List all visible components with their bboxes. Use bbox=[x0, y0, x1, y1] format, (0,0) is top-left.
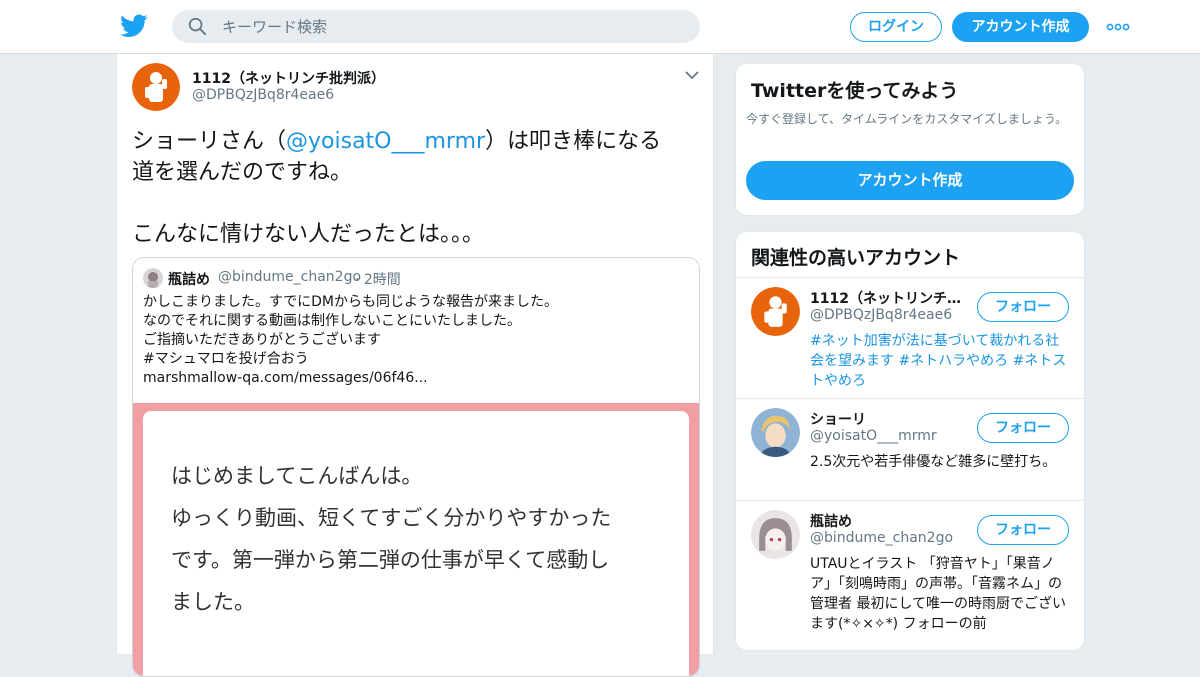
avatar bbox=[143, 268, 163, 288]
tweet-text: ショーリさん（@yoisatO___mrmr）は叩き棒になる 道を選んだのですね… bbox=[132, 126, 702, 250]
quote-avatar-icon bbox=[143, 268, 163, 288]
account-bio: UTAUとイラスト 「狩音ヤト」「果音ノア」「刻鳴時雨」の声帯。「音霧ネム」の管… bbox=[810, 556, 1067, 632]
search-box bbox=[172, 10, 700, 43]
twitter-bird-icon[interactable] bbox=[120, 13, 148, 39]
chevron-down-icon[interactable] bbox=[684, 69, 700, 81]
signup-prompt-subtitle: 今すぐ登録して、タイムラインをカスタマイズしましょう。 bbox=[746, 112, 1068, 126]
account-avatar-icon bbox=[751, 510, 800, 559]
account-name[interactable]: 瓶詰め bbox=[810, 511, 970, 531]
related-accounts-card: 関連性の高いアカウント 1112（ネットリンチ批判派） @DPBQzJBq8r4… bbox=[735, 231, 1085, 651]
account-name[interactable]: ショーリ bbox=[810, 409, 970, 429]
quote-timestamp: · 2時間 bbox=[355, 272, 401, 288]
quote-image[interactable]: はじめましてこんばんは。 ゆっくり動画、短くてすごく分かりやすかった です。第一… bbox=[133, 403, 699, 676]
tweet-card: 1112（ネットリンチ批判派） @DPBQzJBq8r4eae6 ショーリさん（… bbox=[116, 54, 714, 677]
avatar[interactable] bbox=[132, 63, 180, 111]
signup-prompt-title: Twitterを使ってみよう bbox=[751, 80, 959, 102]
account-bio[interactable]: #ネット加害が法に基づいて裁かれる社会を望みます #ネトハラやめろ #ネトストや… bbox=[810, 331, 1068, 391]
avatar[interactable] bbox=[751, 287, 800, 336]
account-item[interactable]: 瓶詰め @bindume_chan2go フォロー UTAUとイラスト 「狩音ヤ… bbox=[736, 500, 1084, 650]
quoted-tweet[interactable]: 瓶詰め @bindume_chan2go · 2時間 かしこまりました。すでにD… bbox=[132, 257, 700, 677]
signup-button[interactable]: アカウント作成 bbox=[952, 12, 1089, 42]
tweet-author-handle[interactable]: @DPBQzJBq8r4eae6 bbox=[192, 87, 334, 103]
mention-link[interactable]: @yoisatO___mrmr bbox=[286, 129, 485, 154]
account-name[interactable]: 1112（ネットリンチ批判派） bbox=[810, 288, 970, 308]
quote-image-text: はじめましてこんばんは。 ゆっくり動画、短くてすごく分かりやすかった です。第一… bbox=[171, 464, 612, 614]
account-handle[interactable]: @bindume_chan2go bbox=[810, 530, 953, 546]
follow-button[interactable]: フォロー bbox=[977, 515, 1069, 545]
signup-prompt-card: Twitterを使ってみよう 今すぐ登録して、タイムラインをカスタマイズしましょ… bbox=[735, 63, 1085, 216]
follow-button[interactable]: フォロー bbox=[977, 292, 1069, 322]
tweet-text-before: ショーリさん（ bbox=[132, 129, 287, 154]
account-handle[interactable]: @yoisatO___mrmr bbox=[810, 428, 937, 444]
quote-author-name: 瓶詰め bbox=[168, 272, 210, 288]
search-icon bbox=[188, 17, 207, 36]
account-item[interactable]: 1112（ネットリンチ批判派） @DPBQzJBq8r4eae6 フォロー #ネ… bbox=[736, 277, 1084, 398]
quote-image-card: はじめましてこんばんは。 ゆっくり動画、短くてすごく分かりやすかった です。第一… bbox=[143, 411, 689, 676]
top-bar: ログイン アカウント作成 bbox=[0, 0, 1200, 54]
quote-author-handle: @bindume_chan2go bbox=[218, 269, 362, 285]
account-avatar-icon bbox=[751, 408, 800, 457]
related-accounts-title: 関連性の高いアカウント bbox=[751, 247, 961, 269]
author-avatar-icon bbox=[132, 63, 180, 111]
avatar[interactable] bbox=[751, 510, 800, 559]
more-dots-icon[interactable] bbox=[1106, 23, 1130, 31]
account-bio: 2.5次元や若手俳優など雑多に壁打ち。 bbox=[810, 454, 1057, 470]
quote-text: かしこまりました。すでにDMからも同じような報告が来ました。 なのでそれに関する… bbox=[143, 294, 558, 386]
tweet-author-name[interactable]: 1112（ネットリンチ批判派） bbox=[192, 68, 385, 88]
account-item[interactable]: ショーリ @yoisatO___mrmr フォロー 2.5次元や若手俳優など雑多… bbox=[736, 398, 1084, 500]
follow-button[interactable]: フォロー bbox=[977, 413, 1069, 443]
avatar[interactable] bbox=[751, 408, 800, 457]
login-button[interactable]: ログイン bbox=[850, 12, 942, 42]
account-avatar-icon bbox=[751, 287, 800, 336]
signup-prompt-button[interactable]: アカウント作成 bbox=[746, 161, 1074, 200]
search-input[interactable] bbox=[222, 10, 682, 43]
account-handle[interactable]: @DPBQzJBq8r4eae6 bbox=[810, 307, 952, 323]
